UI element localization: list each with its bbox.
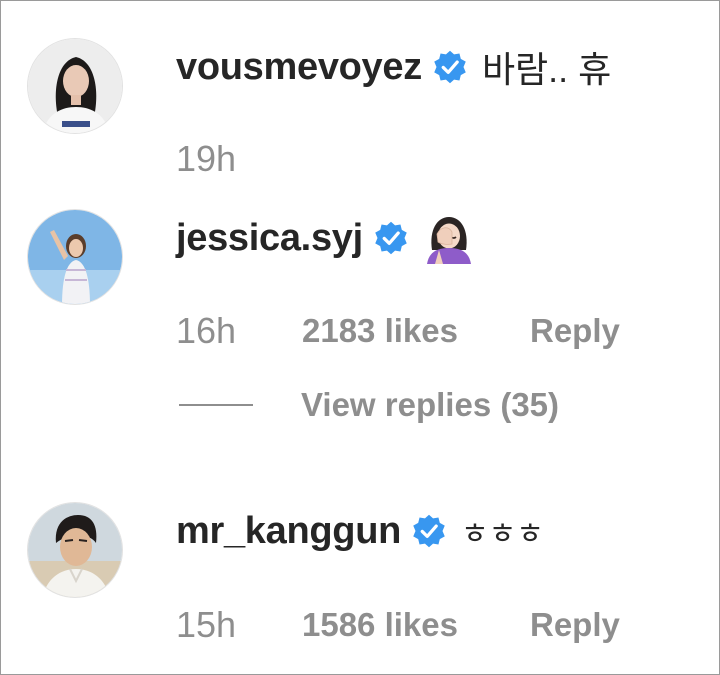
- woman-facepalming-emoji-icon: [426, 217, 471, 264]
- comment-text: 바람.. 휴: [481, 49, 612, 90]
- avatar[interactable]: [27, 502, 123, 598]
- view-replies-row[interactable]: View replies (35): [179, 381, 559, 429]
- comment-text: ㅎㅎㅎ: [461, 518, 544, 551]
- view-replies-button[interactable]: View replies (35): [301, 386, 559, 424]
- verified-badge-icon: [434, 50, 466, 84]
- avatar[interactable]: [27, 38, 123, 134]
- verified-badge-icon: [413, 514, 445, 548]
- likes-count-button[interactable]: 1586 likes: [302, 606, 530, 644]
- comment-username[interactable]: jessica.syj: [176, 217, 363, 260]
- comment-username[interactable]: mr_kanggun: [176, 510, 401, 553]
- verified-badge-icon: [375, 221, 407, 255]
- replies-divider-line: [179, 404, 253, 406]
- reply-button[interactable]: Reply: [530, 606, 620, 644]
- comment-timestamp: 16h: [176, 310, 237, 351]
- comment-username[interactable]: vousmevoyez: [176, 46, 422, 89]
- avatar[interactable]: [27, 209, 123, 305]
- likes-count-button[interactable]: 2183 likes: [302, 312, 530, 350]
- reply-button[interactable]: Reply: [530, 312, 620, 350]
- comment-timestamp: 19h: [176, 138, 237, 179]
- comments-panel: vousmevoyez 바람.. 휴 19h jessica.syj 16h 2…: [0, 0, 720, 675]
- comment-timestamp: 15h: [176, 604, 237, 645]
